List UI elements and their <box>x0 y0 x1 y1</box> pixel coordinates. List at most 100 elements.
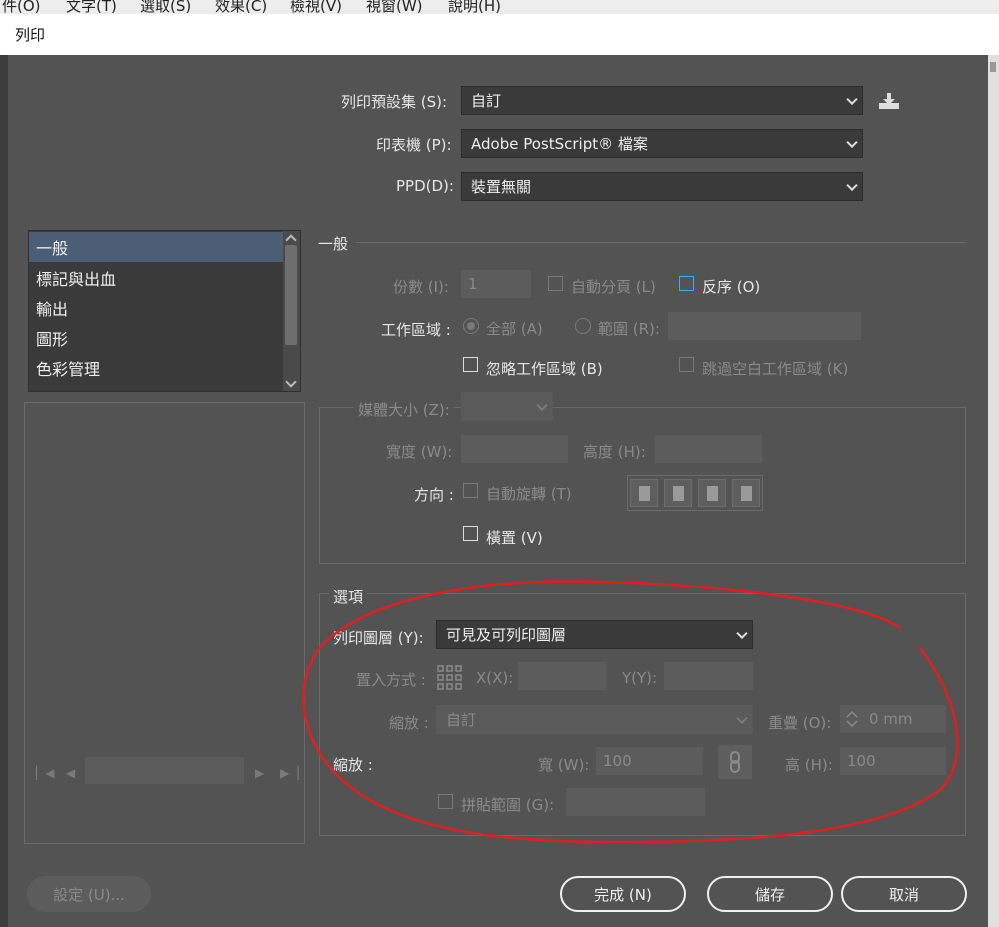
preset-label: 列印預設集 (S): <box>341 93 448 111</box>
media-width-label: 寬度 (W): <box>386 443 453 461</box>
sidebar-item-output[interactable]: 輸出 <box>29 293 283 323</box>
window-scrollbar[interactable] <box>988 55 999 927</box>
printer-label: 印表機 (P): <box>376 136 452 154</box>
done-button[interactable]: 完成 (N) <box>560 876 686 912</box>
media-size-dropdown[interactable] <box>461 392 553 421</box>
transverse-checkbox[interactable] <box>463 526 478 541</box>
stepper-icon[interactable] <box>845 709 859 729</box>
tile-range-checkbox[interactable] <box>438 794 453 809</box>
chevron-down-icon <box>536 399 548 411</box>
options-heading: 選項 <box>329 586 368 607</box>
tile-range-label: 拼貼範圍 (G): <box>461 796 555 814</box>
preset-dropdown[interactable]: 自訂 <box>461 86 863 115</box>
media-height-input[interactable] <box>655 435 762 463</box>
preset-value: 自訂 <box>471 92 502 110</box>
print-layers-dropdown[interactable]: 可見及可列印圖層 <box>436 620 753 649</box>
general-heading: 一般 <box>318 235 349 253</box>
scale-width-label: 寬 (W): <box>538 756 590 774</box>
sidebar-item-marks-bleed[interactable]: 標記與出血 <box>29 263 283 293</box>
copies-label: 份數 (I): <box>393 278 449 296</box>
scrollbar-thumb[interactable] <box>990 62 996 72</box>
print-layers-label: 列印圖層 (Y): <box>333 629 424 647</box>
scale-label: 縮放 : <box>333 756 373 774</box>
print-layers-value: 可見及可列印圖層 <box>446 626 567 644</box>
artboards-all-radio[interactable] <box>463 318 479 334</box>
media-width-input[interactable] <box>461 435 568 463</box>
media-size-label: 媒體大小 (Z): <box>354 399 454 420</box>
portrait-flipped-icon[interactable] <box>698 479 726 507</box>
menu-item-effect[interactable]: 效果(C) <box>215 0 267 14</box>
chevron-down-icon <box>736 712 748 724</box>
menu-item-help[interactable]: 說明(H) <box>448 0 501 14</box>
sidebar-item-graphics[interactable]: 圖形 <box>29 323 283 353</box>
dialog-titlebar[interactable]: 列印 <box>0 14 999 55</box>
scale-height-input[interactable]: 100 <box>840 747 946 775</box>
chevron-down-icon <box>846 93 858 105</box>
printer-dropdown[interactable]: Adobe PostScript® 檔案 <box>461 129 863 158</box>
sidebar-item-color-management[interactable]: 色彩管理 <box>29 353 283 383</box>
overlap-label: 重疊 (O): <box>768 714 832 732</box>
menu-item-file[interactable]: 件(O) <box>2 0 41 14</box>
menu-item-view[interactable]: 檢視(V) <box>290 0 342 14</box>
cancel-button[interactable]: 取消 <box>841 876 967 912</box>
ppd-label: PPD(D): <box>396 177 454 195</box>
scale-height-label: 高 (H): <box>785 756 833 774</box>
scale-width-input[interactable]: 100 <box>596 747 703 775</box>
placement-grid-icon[interactable] <box>436 664 463 690</box>
collate-checkbox[interactable] <box>548 276 563 291</box>
page-field <box>85 757 244 784</box>
setup-button[interactable]: 設定 (U)... <box>27 876 151 912</box>
orientation-label: 方向 : <box>414 486 454 504</box>
category-scrollbar[interactable] <box>283 231 300 391</box>
first-page-icon: ▏◀ <box>36 766 55 780</box>
skip-blank-label: 跳過空白工作區域 (K) <box>702 360 849 378</box>
scrollbar-thumb[interactable] <box>285 245 297 345</box>
landscape-icon[interactable] <box>664 479 692 507</box>
sidebar-item-general[interactable]: 一般 <box>29 232 283 262</box>
auto-rotate-checkbox[interactable] <box>463 483 478 498</box>
ppd-value: 裝置無關 <box>471 178 532 196</box>
ppd-dropdown[interactable]: 裝置無關 <box>461 172 863 201</box>
chevron-down-icon <box>736 627 748 639</box>
divider <box>356 242 966 243</box>
skip-blank-checkbox[interactable] <box>679 357 694 372</box>
link-icon[interactable] <box>718 745 752 779</box>
copies-input[interactable]: 1 <box>461 270 531 298</box>
dialog-title: 列印 <box>15 26 46 44</box>
auto-rotate-label: 自動旋轉 (T) <box>486 485 572 503</box>
y-label: Y(Y): <box>622 669 658 687</box>
media-height-label: 高度 (H): <box>583 443 646 461</box>
printer-value: Adobe PostScript® 檔案 <box>471 135 648 153</box>
portrait-icon[interactable] <box>630 479 658 507</box>
scaling-dropdown[interactable]: 自訂 <box>436 705 753 734</box>
scroll-down-icon[interactable] <box>285 376 297 388</box>
range-input[interactable] <box>668 312 861 340</box>
last-page-icon: ▶▕ <box>280 766 299 780</box>
x-input[interactable] <box>518 662 607 690</box>
chevron-down-icon <box>846 179 858 191</box>
placement-label: 置入方式 : <box>356 671 426 689</box>
category-list: 一般 標記與出血 輸出 圖形 色彩管理 <box>28 230 301 392</box>
menu-item-text[interactable]: 文字(T) <box>66 0 117 14</box>
ignore-artboards-checkbox[interactable] <box>463 357 478 372</box>
prev-page-icon: ◀ <box>66 766 76 780</box>
scroll-up-icon[interactable] <box>285 234 297 246</box>
artboards-range-label: 範圍 (R): <box>598 320 660 338</box>
tile-range-input[interactable] <box>566 788 705 816</box>
menu-item-select[interactable]: 選取(S) <box>140 0 191 14</box>
menu-item-window[interactable]: 視窗(W) <box>366 0 423 14</box>
artboards-all-label: 全部 (A) <box>486 320 543 338</box>
scaling-label: 縮放 : <box>389 714 429 732</box>
scaling-value: 自訂 <box>446 711 477 729</box>
collate-label: 自動分頁 (L) <box>571 278 656 296</box>
transverse-label: 橫置 (V) <box>486 529 543 547</box>
artboards-range-radio[interactable] <box>575 318 591 334</box>
y-input[interactable] <box>664 662 753 690</box>
download-icon[interactable] <box>878 92 900 110</box>
app-menubar: 件(O) 文字(T) 選取(S) 效果(C) 檢視(V) 視窗(W) 說明(H) <box>0 0 999 14</box>
chevron-down-icon <box>846 136 858 148</box>
landscape-flipped-icon[interactable] <box>732 479 760 507</box>
save-button[interactable]: 儲存 <box>707 876 833 912</box>
reverse-order-checkbox[interactable] <box>679 276 694 291</box>
ignore-artboards-label: 忽略工作區域 (B) <box>486 360 603 378</box>
